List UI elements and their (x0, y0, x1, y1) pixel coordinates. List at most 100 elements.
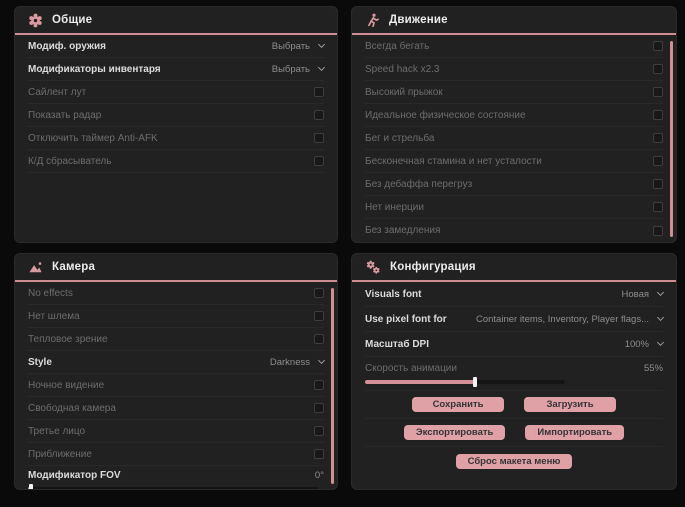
mod-menu-screen: Общие Модиф. оружия Выбрать Модификаторы… (0, 0, 685, 507)
show-radar-checkbox[interactable] (314, 110, 324, 120)
night-vision-checkbox[interactable] (314, 380, 324, 390)
zoom-checkbox[interactable] (314, 449, 324, 459)
infinite-stamina-label: Бесконечная стамина и нет усталости (365, 155, 542, 167)
anti-afk-checkbox[interactable] (314, 133, 324, 143)
slider-thumb[interactable] (28, 484, 33, 489)
no-inertia-checkbox[interactable] (653, 202, 663, 212)
run-and-shoot-label: Бег и стрельба (365, 132, 435, 144)
silent-loot-label: Сайлент лут (28, 86, 87, 98)
fov-modifier-row: Модификатор FOV 0° (28, 466, 324, 489)
save-button[interactable]: Сохранить (412, 397, 504, 412)
visuals-font-label: Visuals font (365, 288, 422, 300)
weapon-mod-label: Модиф. оружия (28, 40, 106, 52)
panel-movement-rows: Всегда бегать Speed hack x2.3 Высокий пр… (352, 35, 676, 242)
setting-row: Идеальное физическое состояние (365, 104, 663, 127)
export-button[interactable]: Экспортировать (403, 425, 506, 440)
perfect-condition-checkbox[interactable] (653, 110, 663, 120)
setting-row: Бег и стрельба (365, 127, 663, 150)
no-inertia-label: Нет инерции (365, 201, 424, 213)
pixel-font-dropdown[interactable]: Container items, Inventory, Player flags… (476, 313, 665, 325)
weapon-mod-dropdown[interactable]: Выбрать (272, 40, 326, 52)
runner-icon (365, 13, 380, 28)
panel-movement: Движение Всегда бегать Speed hack x2.3 В… (351, 6, 677, 243)
style-dropdown[interactable]: Darkness (270, 356, 326, 368)
animation-speed-label: Скорость анимации (365, 363, 457, 374)
panel-movement-title: Движение (389, 14, 448, 26)
high-jump-checkbox[interactable] (653, 87, 663, 97)
chevron-down-icon (317, 40, 326, 49)
infinite-stamina-checkbox[interactable] (653, 156, 663, 166)
kd-reset-label: К/Д сбрасыватель (28, 155, 112, 167)
setting-row: Без замедления (365, 219, 663, 242)
chevron-down-icon (317, 63, 326, 72)
setting-row: Без дебаффа перегруз (365, 173, 663, 196)
no-slowdown-checkbox[interactable] (653, 225, 663, 236)
speed-hack-checkbox[interactable] (653, 64, 663, 74)
no-helmet-checkbox[interactable] (314, 311, 324, 321)
chevron-down-icon (656, 338, 665, 347)
panel-camera: Камера No effects Нет шлема Тепловое зре… (14, 253, 338, 490)
always-run-checkbox[interactable] (653, 41, 663, 51)
no-helmet-label: Нет шлема (28, 310, 80, 322)
setting-row: Бесконечная стамина и нет усталости (365, 150, 663, 173)
setting-row: Тепловое зрение (28, 328, 324, 351)
dpi-scale-dropdown[interactable]: 100% (625, 338, 665, 350)
style-label: Style (28, 356, 52, 368)
third-person-checkbox[interactable] (314, 426, 324, 436)
panel-config: Конфигурация Visuals font Новая Use pixe… (351, 253, 677, 490)
panel-general: Общие Модиф. оружия Выбрать Модификаторы… (14, 6, 338, 243)
setting-row: Модиф. оружия Выбрать (28, 35, 326, 58)
thermal-vision-checkbox[interactable] (314, 334, 324, 344)
no-effects-label: No effects (28, 287, 73, 299)
animation-speed-row: Скорость анимации 55% (365, 357, 663, 391)
setting-row: Ночное видение (28, 374, 324, 397)
night-vision-label: Ночное видение (28, 379, 105, 391)
gears-icon (365, 260, 381, 275)
free-camera-label: Свободная камера (28, 402, 116, 414)
config-buttons-row-2: Экспортировать Импортировать (365, 419, 663, 447)
setting-row: Показать радар (28, 104, 324, 127)
chevron-down-icon (656, 313, 665, 322)
always-run-label: Всегда бегать (365, 40, 430, 52)
panel-config-title: Конфигурация (390, 261, 476, 273)
free-camera-checkbox[interactable] (314, 403, 324, 413)
camera-scrollbar[interactable] (331, 288, 334, 484)
setting-row: Нет шлема (28, 305, 324, 328)
movement-scrollbar[interactable] (670, 41, 673, 237)
slider-thumb[interactable] (473, 377, 477, 387)
dpi-scale-label: Масштаб DPI (365, 338, 429, 350)
kd-reset-checkbox[interactable] (314, 156, 324, 166)
setting-row: Visuals font Новая (365, 282, 665, 307)
setting-row: Style Darkness (28, 351, 326, 374)
run-and-shoot-checkbox[interactable] (653, 133, 663, 143)
setting-row: Всегда бегать (365, 35, 663, 58)
show-radar-label: Показать радар (28, 109, 102, 121)
animation-speed-slider[interactable] (365, 377, 565, 387)
panel-general-header: Общие (15, 7, 337, 35)
config-buttons-row-3: Сброс макета меню (365, 447, 663, 475)
setting-row: Use pixel font for Container items, Inve… (365, 307, 665, 332)
no-effects-checkbox[interactable] (314, 288, 324, 298)
fov-modifier-slider[interactable] (28, 484, 319, 489)
setting-row: Модификаторы инвентаря Выбрать (28, 58, 326, 81)
import-button[interactable]: Импортировать (525, 425, 625, 440)
bottom-strip: ЧЕРКИШЕ (0, 492, 685, 507)
inventory-mods-dropdown[interactable]: Выбрать (272, 63, 326, 75)
speed-hack-label: Speed hack x2.3 (365, 63, 440, 75)
no-slowdown-label: Без замедления (365, 225, 441, 236)
setting-row: Сайлент лут (28, 81, 324, 104)
no-overload-debuff-label: Без дебаффа перегруз (365, 178, 473, 190)
pixel-font-label: Use pixel font for (365, 313, 447, 325)
setting-row: Нет инерции (365, 196, 663, 219)
reset-layout-button[interactable]: Сброс макета меню (455, 453, 573, 469)
perfect-condition-label: Идеальное физическое состояние (365, 109, 526, 121)
load-button[interactable]: Загрузить (524, 397, 616, 412)
visuals-font-dropdown[interactable]: Новая (621, 289, 665, 300)
panel-config-rows: Visuals font Новая Use pixel font for Co… (352, 282, 676, 475)
no-overload-debuff-checkbox[interactable] (653, 179, 663, 189)
panel-camera-title: Камера (52, 261, 96, 273)
setting-row: Третье лицо (28, 420, 324, 443)
image-icon (28, 260, 43, 275)
chevron-down-icon (317, 356, 326, 365)
silent-loot-checkbox[interactable] (314, 87, 324, 97)
